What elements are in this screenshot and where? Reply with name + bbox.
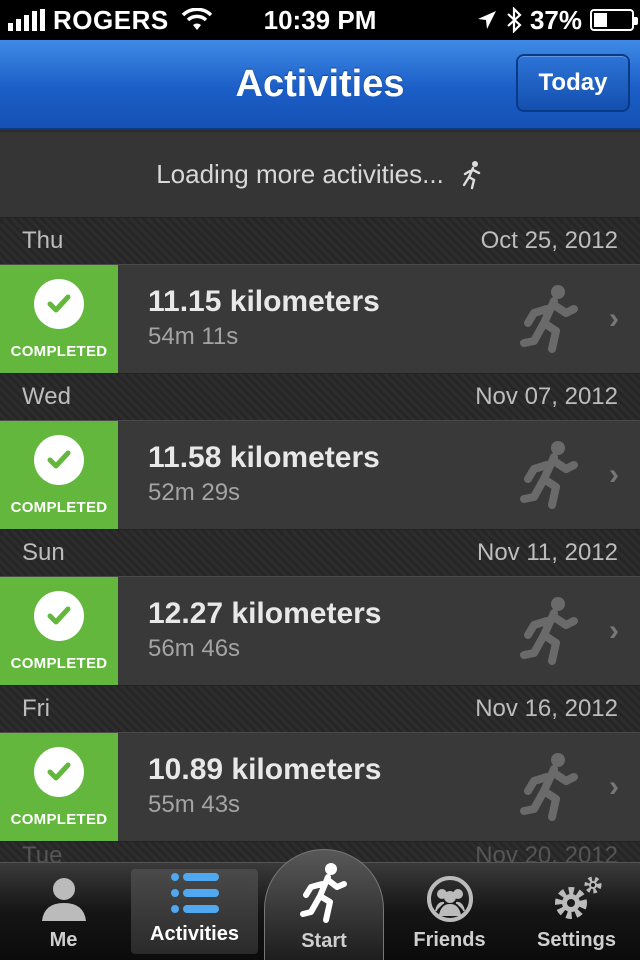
activity-distance: 10.89 kilometers (148, 753, 382, 786)
checkmark-icon (34, 278, 84, 329)
activity-row[interactable]: COMPLETED 11.15 kilometers 54m 11s › (0, 264, 640, 374)
activity-date: Oct 25, 2012 (480, 227, 618, 254)
day-name: Sun (22, 539, 65, 566)
person-icon (41, 878, 86, 921)
chevron-right-icon: › (609, 614, 619, 647)
tab-label: Activities (150, 923, 239, 945)
today-button[interactable]: Today (516, 54, 630, 112)
completed-badge: COMPLETED (0, 265, 118, 373)
activity-row[interactable]: COMPLETED 10.89 kilometers 55m 43s › (0, 732, 640, 842)
activity-list: Thu Oct 25, 2012 COMPLETED 11.15 kilomet… (0, 218, 640, 862)
tab-settings[interactable]: Settings (513, 863, 640, 960)
activity-date: Nov 11, 2012 (477, 539, 618, 566)
tab-friends[interactable]: Friends (386, 863, 513, 960)
status-label: COMPLETED (10, 810, 108, 828)
carrier-name: ROGERS (53, 4, 169, 35)
tab-label: Me (49, 929, 78, 951)
day-header: Wed Nov 07, 2012 (0, 374, 640, 420)
tab-label: Start (301, 930, 347, 952)
battery-icon (590, 9, 638, 31)
day-header: Sun Nov 11, 2012 (0, 530, 640, 576)
status-label: COMPLETED (10, 654, 108, 672)
tab-bar: Me Activities Start Friends Settings (0, 849, 640, 960)
completed-badge: COMPLETED (0, 733, 118, 841)
tab-label: Settings (537, 929, 616, 951)
status-bar: ROGERS 10:39 PM 37% (0, 0, 640, 40)
day-name: Fri (22, 695, 50, 722)
running-icon (520, 597, 578, 665)
tab-label: Friends (413, 929, 486, 951)
loading-text: Loading more activities... (156, 159, 444, 189)
day-name: Tue (22, 842, 63, 862)
tab-activities[interactable]: Activities (131, 869, 258, 954)
signal-icon (8, 9, 45, 31)
wifi-icon (181, 8, 212, 30)
completed-badge: COMPLETED (0, 577, 118, 685)
runner-icon (462, 160, 480, 189)
checkmark-icon (34, 590, 84, 641)
activity-date: Nov 20, 2012 (475, 842, 618, 862)
activity-duration: 52m 29s (148, 479, 241, 506)
activity-row[interactable]: COMPLETED 12.27 kilometers 56m 46s › (0, 576, 640, 686)
day-name: Wed (22, 383, 71, 410)
activity-date: Nov 16, 2012 (475, 695, 618, 722)
completed-badge: COMPLETED (0, 421, 118, 529)
running-icon (520, 441, 578, 509)
checkmark-icon (34, 434, 84, 485)
chevron-right-icon: › (609, 302, 619, 335)
runner-icon (300, 863, 347, 923)
activity-distance: 11.58 kilometers (148, 441, 380, 474)
status-label: COMPLETED (10, 342, 108, 360)
friends-icon (426, 876, 473, 922)
tab-start[interactable]: Start (262, 849, 386, 960)
activity-distance: 11.15 kilometers (148, 285, 380, 318)
battery-percent: 37% (529, 4, 582, 35)
nav-bar: Activities Today (0, 40, 640, 130)
day-name: Thu (22, 227, 64, 254)
activity-row[interactable]: COMPLETED 11.58 kilometers 52m 29s › (0, 420, 640, 530)
activity-duration: 55m 43s (148, 791, 241, 818)
location-icon (477, 11, 496, 29)
running-icon (520, 753, 578, 821)
loading-more-row: Loading more activities... (0, 132, 640, 218)
page-title: Activities (235, 62, 405, 105)
list-icon (170, 873, 219, 913)
chevron-right-icon: › (609, 458, 619, 491)
activity-date: Nov 07, 2012 (475, 383, 618, 410)
gears-icon (554, 876, 601, 919)
activity-distance: 12.27 kilometers (148, 597, 382, 630)
running-icon (520, 285, 578, 353)
status-label: COMPLETED (10, 498, 108, 516)
activity-duration: 56m 46s (148, 635, 241, 662)
activity-duration: 54m 11s (148, 323, 239, 350)
checkmark-icon (34, 746, 84, 797)
day-header: Fri Nov 16, 2012 (0, 686, 640, 732)
day-header: Thu Oct 25, 2012 (0, 218, 640, 264)
tab-me[interactable]: Me (0, 863, 127, 960)
chevron-right-icon: › (609, 770, 619, 803)
bluetooth-icon (507, 7, 522, 33)
